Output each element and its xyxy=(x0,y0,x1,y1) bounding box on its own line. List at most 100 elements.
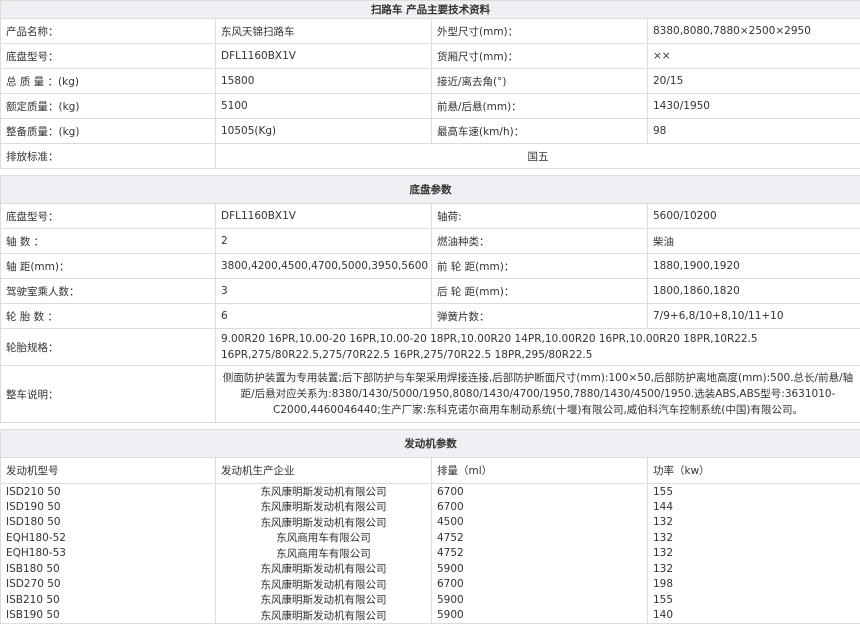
table-cell: 8380,8080,7880×2500×2950 xyxy=(646,18,860,44)
table-row: 额定质量：(kg) 5100 前悬/后悬(mm)： 1430/1950 xyxy=(0,93,860,119)
table-cell: 最高车速(km/h)： xyxy=(431,118,648,144)
column-header: 排量（ml） xyxy=(431,457,648,484)
table-cell: 前悬/后悬(mm)： xyxy=(431,93,648,119)
table-row: 总 质 量 ：(kg) 15800 接近/离去角(°) 20/15 xyxy=(0,68,860,94)
table-cell: ISB190 50 xyxy=(0,607,216,624)
table-cell: 155 xyxy=(647,483,860,499)
section-header: 扫路车 产品主要技术资料 xyxy=(0,0,860,19)
table-cell: 产品名称： xyxy=(0,18,216,44)
table-cell: 接近/离去角(°) xyxy=(431,68,648,94)
section-title: 发动机参数 xyxy=(0,429,860,458)
table-cell: 5600/10200 xyxy=(647,203,860,229)
table-cell: 5900 xyxy=(431,592,648,608)
table-row: 底盘型号： DFL1160BX1V 货厢尺寸(mm)： ×× xyxy=(0,43,860,69)
vehicle-desc-label: 整车说明： xyxy=(0,365,216,423)
table-cell: EQH180-52 xyxy=(0,530,216,546)
table-cell: DFL1160BX1V xyxy=(215,203,432,229)
table-cell: 轮 胎 数 ： xyxy=(0,303,216,329)
table-cell: 燃油种类： xyxy=(431,228,648,254)
table-cell: 2 xyxy=(215,228,432,254)
table-cell: ×× xyxy=(646,43,860,69)
engine-header-row: 发动机型号 发动机生产企业 排量（ml） 功率（kw） xyxy=(0,457,860,484)
product-spec-table: 扫路车 产品主要技术资料 产品名称： 东风天锦扫路车 外型尺寸(mm)： 8380,8… xyxy=(0,0,860,169)
table-cell: ISD210 50 xyxy=(0,483,216,499)
column-header: 发动机生产企业 xyxy=(215,457,432,484)
table-cell: 5900 xyxy=(431,561,648,577)
table-cell: 东风康明斯发动机有限公司 xyxy=(215,576,432,592)
table-cell: 5900 xyxy=(431,607,648,624)
table-cell: 4752 xyxy=(431,545,648,561)
table-cell: 1800,1860,1820 xyxy=(647,278,860,304)
vehicle-desc-value: 侧面防护装置为专用装置;后下部防护与车架采用焊接连接,后部防护断面尺寸(mm):… xyxy=(215,365,860,423)
table-cell: ISB180 50 xyxy=(0,561,216,577)
table-row: ISD190 50 东风康明斯发动机有限公司 6700 144 xyxy=(0,499,860,515)
table-row: EQH180-52 东风商用车有限公司 4752 132 xyxy=(0,530,860,546)
table-row: 排放标准： 国五 xyxy=(0,143,860,169)
table-cell: 20/15 xyxy=(646,68,860,94)
table-cell: 3 xyxy=(215,278,432,304)
table-cell: 132 xyxy=(647,514,860,530)
table-cell: ISD270 50 xyxy=(0,576,216,592)
table-row: ISD210 50 东风康明斯发动机有限公司 6700 155 xyxy=(0,483,860,499)
table-cell: 东风天锦扫路车 xyxy=(215,18,432,44)
table-cell: 6700 xyxy=(431,576,648,592)
table-row: 产品名称： 东风天锦扫路车 外型尺寸(mm)： 8380,8080,7880×2500… xyxy=(0,18,860,44)
table-cell: 轴荷: xyxy=(431,203,648,229)
table-cell: ISB210 50 xyxy=(0,592,216,608)
table-cell: 货厢尺寸(mm)： xyxy=(431,43,648,69)
emission-value: 国五 xyxy=(214,143,860,169)
table-cell: 前 轮 距(mm)： xyxy=(431,253,648,279)
table-cell: 10505(Kg) xyxy=(215,118,432,144)
table-row: ISD180 50 东风康明斯发动机有限公司 4500 132 xyxy=(0,514,860,530)
section-header: 底盘参数 xyxy=(0,175,860,204)
table-cell: 7/9+6,8/10+8,10/11+10 xyxy=(647,303,860,329)
table-cell: 132 xyxy=(647,561,860,577)
column-header: 功率（kw） xyxy=(647,457,860,484)
table-cell: 5100 xyxy=(215,93,432,119)
table-cell: 198 xyxy=(647,576,860,592)
table-cell: 东风商用车有限公司 xyxy=(215,545,432,561)
tire-spec-value: 9.00R20 16PR,10.00-20 16PR,10.00-20 18PR… xyxy=(215,328,860,366)
table-cell: 东风康明斯发动机有限公司 xyxy=(215,592,432,608)
table-cell: 外型尺寸(mm)： xyxy=(431,18,648,44)
table-cell: DFL1160BX1V xyxy=(215,43,432,69)
table-cell: 柴油 xyxy=(647,228,860,254)
column-header: 发动机型号 xyxy=(0,457,216,484)
table-cell: 底盘型号： xyxy=(0,203,216,229)
table-cell: 后 轮 距(mm)： xyxy=(431,278,648,304)
table-row: 整备质量：(kg) 10505(Kg) 最高车速(km/h)： 98 xyxy=(0,118,860,144)
table-cell: 东风康明斯发动机有限公司 xyxy=(215,499,432,515)
table-row: 轮胎规格： 9.00R20 16PR,10.00-20 16PR,10.00-2… xyxy=(0,328,860,366)
engine-spec-table: 发动机参数 发动机型号 发动机生产企业 排量（ml） 功率（kw） ISD210… xyxy=(0,429,860,624)
table-row: 轴 距(mm)： 3800,4200,4500,4700,5000,3950,56… xyxy=(0,253,860,279)
table-cell: 140 xyxy=(647,607,860,624)
table-cell: 底盘型号： xyxy=(0,43,216,69)
table-cell: EQH180-53 xyxy=(0,545,216,561)
table-row: 轮 胎 数 ： 6 弹簧片数： 7/9+6,8/10+8,10/11+10 xyxy=(0,303,860,329)
table-cell: 132 xyxy=(647,530,860,546)
table-cell: 东风康明斯发动机有限公司 xyxy=(215,514,432,530)
emission-label: 排放标准： xyxy=(0,143,216,169)
table-cell: 额定质量：(kg) xyxy=(0,93,216,119)
table-cell: 1430/1950 xyxy=(646,93,860,119)
table-cell: 6 xyxy=(215,303,432,329)
table-cell: 东风康明斯发动机有限公司 xyxy=(215,607,432,624)
table-cell: 144 xyxy=(647,499,860,515)
table-cell: 轴 数 ： xyxy=(0,228,216,254)
table-cell: 98 xyxy=(646,118,860,144)
table-cell: 4752 xyxy=(431,530,648,546)
table-row: ISB210 50 东风康明斯发动机有限公司 5900 155 xyxy=(0,592,860,608)
chassis-spec-table: 底盘参数 底盘型号： DFL1160BX1V 轴荷: 5600/10200 轴 数 ： 2… xyxy=(0,175,860,423)
table-row: ISB190 50 东风康明斯发动机有限公司 5900 140 xyxy=(0,607,860,624)
table-cell: 6700 xyxy=(431,483,648,499)
table-cell: 3800,4200,4500,4700,5000,3950,5600 xyxy=(215,253,432,279)
table-row: 整车说明： 侧面防护装置为专用装置;后下部防护与车架采用焊接连接,后部防护断面尺… xyxy=(0,365,860,423)
table-row: ISB180 50 东风康明斯发动机有限公司 5900 132 xyxy=(0,561,860,577)
table-cell: 4500 xyxy=(431,514,648,530)
table-row: 驾驶室乘人数： 3 后 轮 距(mm)： 1800,1860,1820 xyxy=(0,278,860,304)
table-cell: 整备质量：(kg) xyxy=(0,118,216,144)
section-header: 发动机参数 xyxy=(0,429,860,458)
tire-spec-label: 轮胎规格： xyxy=(0,328,216,366)
table-cell: 弹簧片数： xyxy=(431,303,648,329)
table-cell: 驾驶室乘人数： xyxy=(0,278,216,304)
